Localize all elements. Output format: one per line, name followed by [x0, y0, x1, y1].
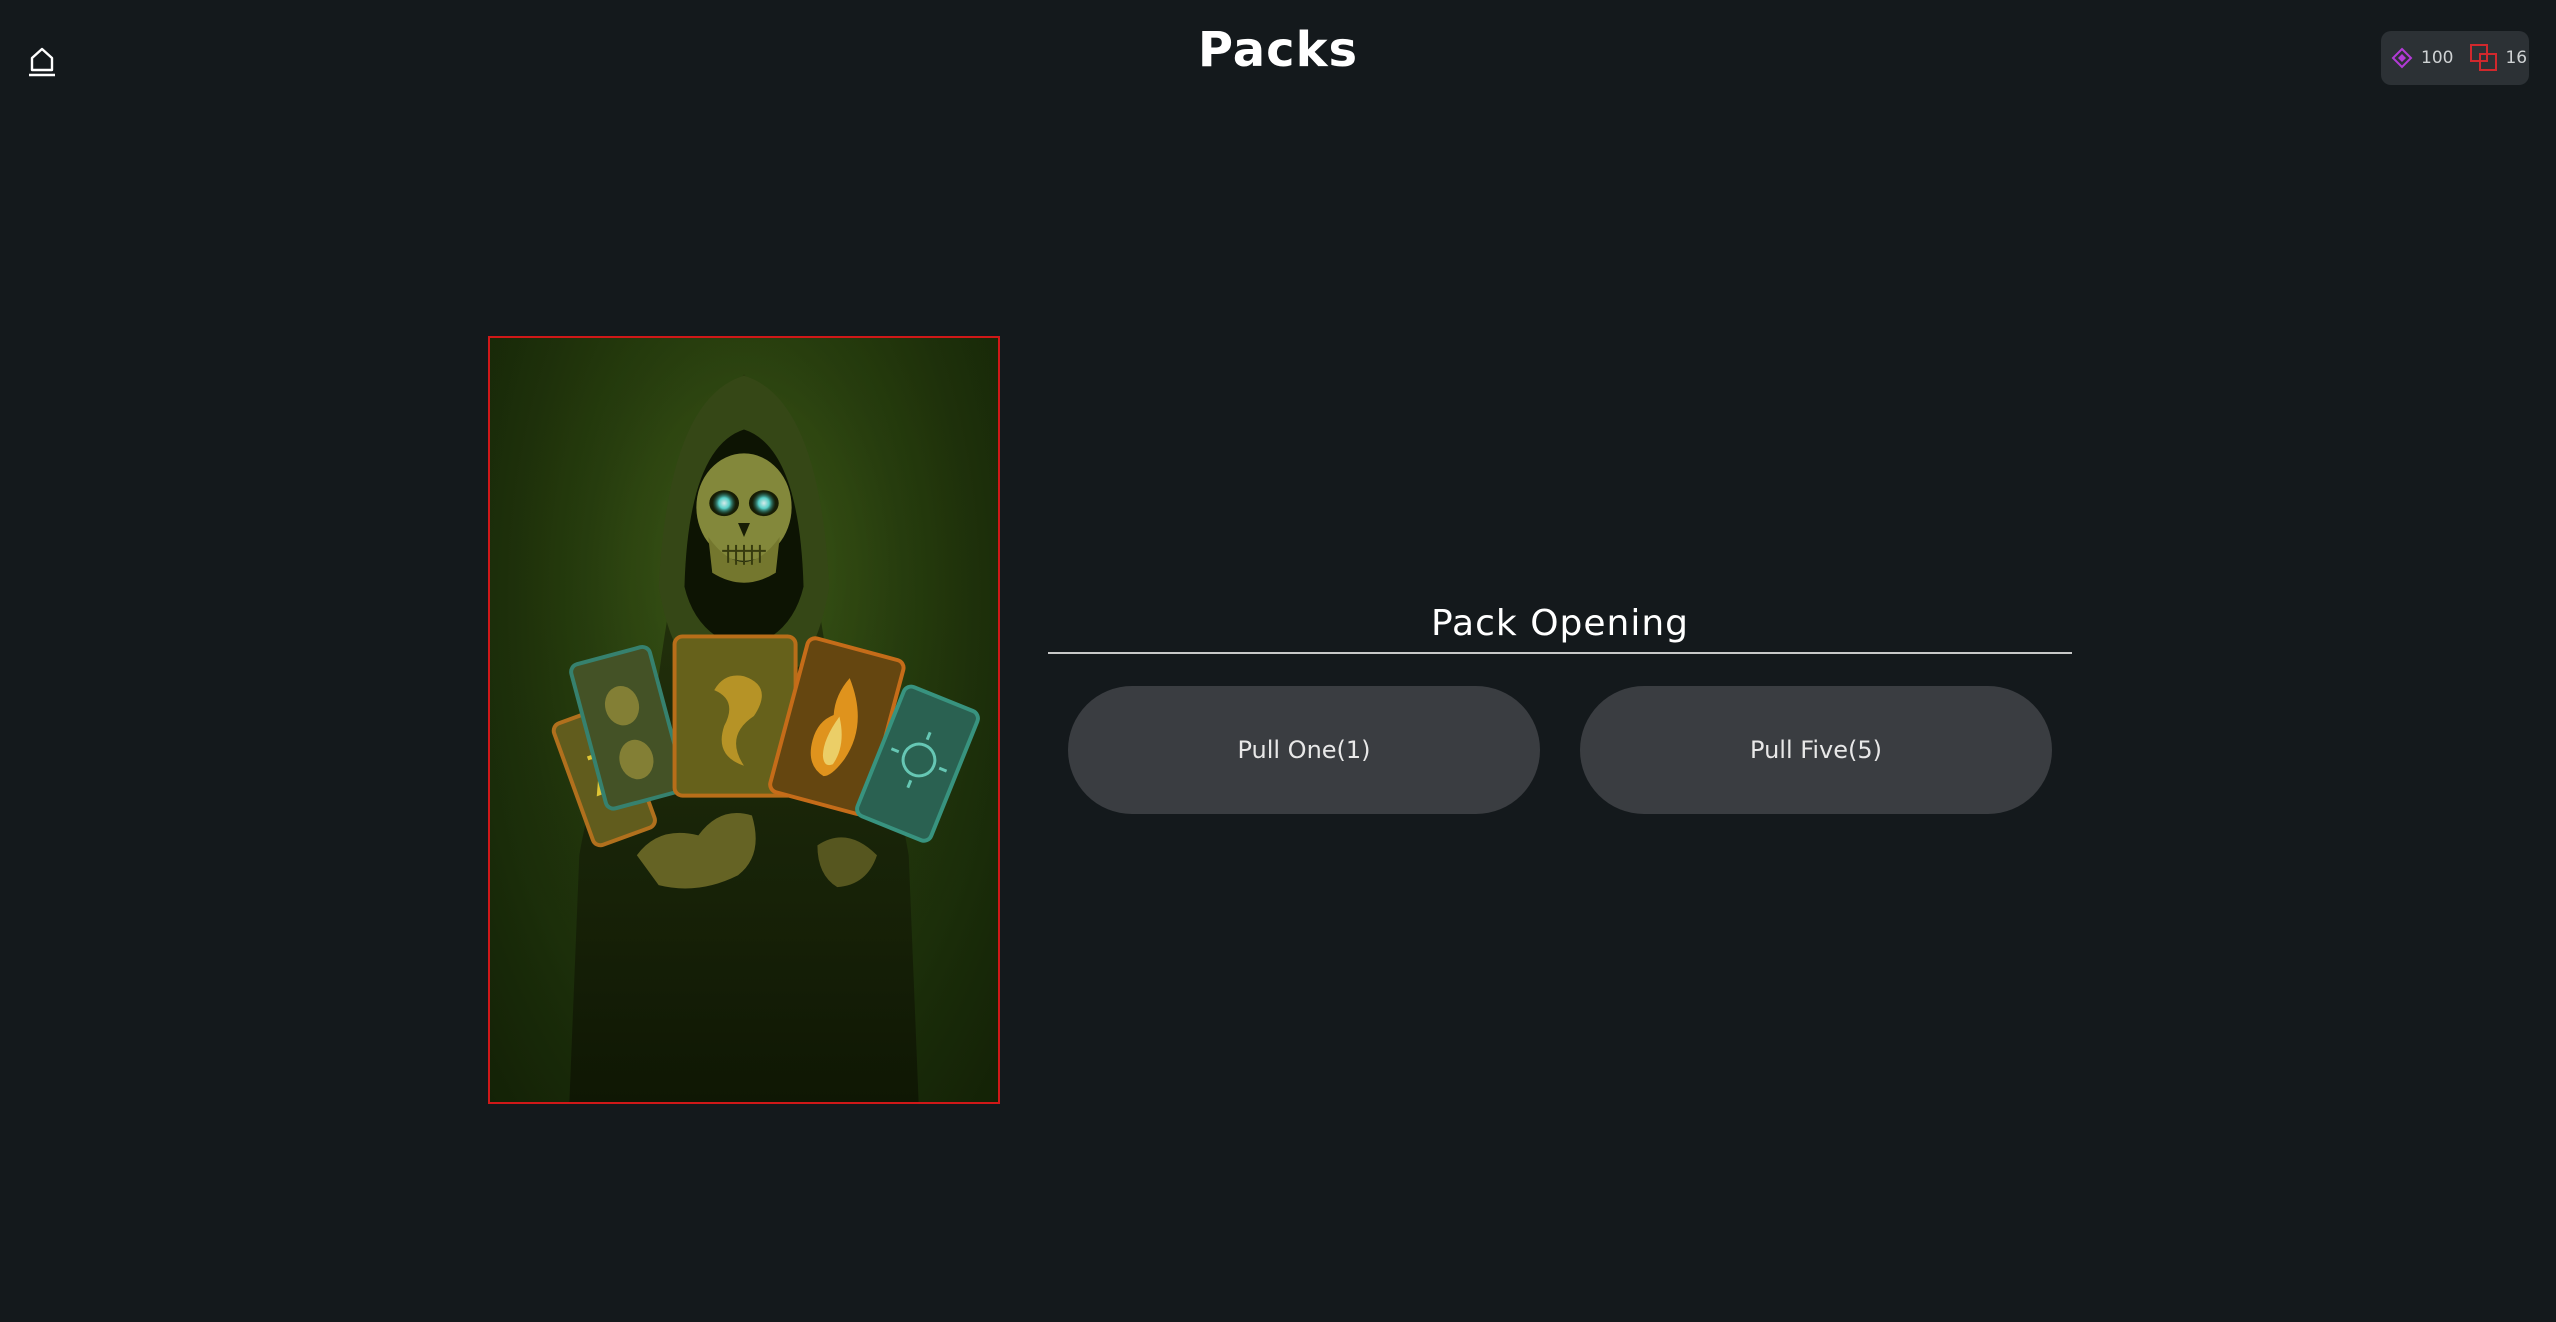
gem-count: 100 — [2421, 48, 2454, 68]
pull-buttons: Pull One(1) Pull Five(5) — [1048, 654, 2072, 814]
currency-display: 100 16 — [2381, 31, 2529, 85]
pack-opening-title: Pack Opening — [1430, 603, 1690, 644]
pack-opening-panel: Pack Opening Pull One(1) Pull Five(5) — [1048, 596, 2072, 814]
cards-icon — [2470, 44, 2498, 71]
pack-image[interactable]: λ — [488, 336, 1000, 1104]
gem-icon — [2391, 47, 2413, 69]
pull-one-button[interactable]: Pull One(1) — [1068, 686, 1540, 814]
pull-five-button[interactable]: Pull Five(5) — [1580, 686, 2052, 814]
gem-counter: 100 — [2391, 47, 2453, 69]
card-count: 16 — [2505, 48, 2528, 68]
page-title: Packs — [1197, 22, 1359, 78]
reaper-illustration: λ — [490, 338, 998, 1102]
card-counter: 16 — [2469, 43, 2527, 73]
top-bar: Packs 100 16 — [0, 0, 2556, 120]
